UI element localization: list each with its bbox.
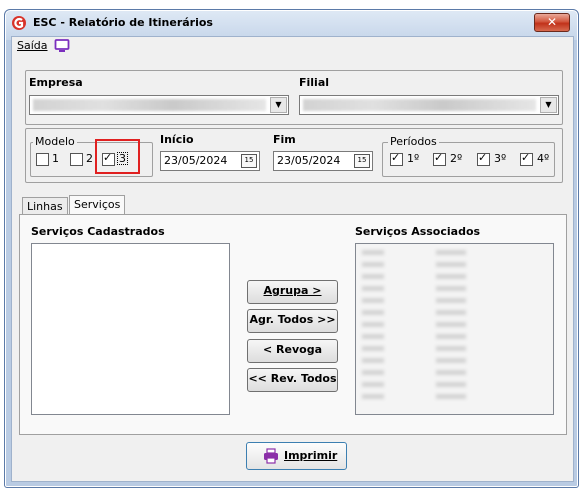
redacted-row	[362, 322, 384, 327]
redacted-row	[436, 262, 466, 267]
title-bar: ESC - Relatório de Itinerários ✕	[5, 10, 578, 36]
redacted-row	[436, 382, 466, 387]
redacted-row	[362, 250, 384, 255]
redacted-row	[362, 346, 384, 351]
revoga-todos-button[interactable]: << Rev. Todos	[247, 368, 338, 392]
periodo-1-checkbox[interactable]	[390, 151, 403, 166]
company-branch-group: Empresa ▼ Filial ▼	[25, 70, 563, 125]
periodos-legend: Períodos	[388, 135, 439, 148]
empresa-label: Empresa	[29, 76, 83, 89]
close-button[interactable]: ✕	[534, 13, 570, 32]
inicio-label: Início	[160, 133, 194, 146]
redacted-row	[436, 334, 466, 339]
modelo-legend: Modelo	[33, 135, 77, 148]
redacted-row	[436, 346, 466, 351]
servicos-panel: Serviços Cadastrados Agrupa > Agr. Todos…	[19, 214, 567, 435]
modelo-2-label: 2	[86, 152, 93, 165]
app-logo-icon	[12, 16, 26, 30]
print-button[interactable]: Imprimir	[246, 442, 347, 470]
redacted-row	[362, 286, 384, 291]
redacted-row	[436, 286, 466, 291]
dialog-window: ESC - Relatório de Itinerários ✕ Saída E…	[4, 9, 579, 488]
agrupa-button[interactable]: Agrupa >	[247, 280, 338, 304]
inicio-date-value: 23/05/2024	[164, 154, 228, 167]
window-title: ESC - Relatório de Itinerários	[33, 16, 213, 29]
calendar-icon[interactable]: 15	[354, 154, 370, 168]
redacted-row	[436, 370, 466, 375]
monitor-icon[interactable]	[54, 38, 70, 54]
redacted-row	[362, 370, 384, 375]
redacted-row	[362, 382, 384, 387]
tab-servicos[interactable]: Serviços	[69, 195, 126, 216]
print-button-label: Imprimir	[284, 449, 338, 462]
periodo-3-checkbox[interactable]	[477, 151, 490, 166]
redacted-row	[362, 310, 384, 315]
filial-select[interactable]: ▼	[299, 95, 559, 115]
menu-exit-label: Saída	[17, 39, 48, 52]
periodo-2-checkbox[interactable]	[433, 151, 446, 166]
revoga-button-label: < Revoga	[262, 343, 322, 356]
inicio-date-field[interactable]: 23/05/2024 15	[160, 151, 260, 171]
servicos-cadastrados-list[interactable]	[31, 243, 230, 415]
chevron-down-icon[interactable]: ▼	[270, 97, 287, 113]
filial-label: Filial	[299, 76, 330, 89]
redacted-row	[436, 310, 466, 315]
fim-date-value: 23/05/2024	[277, 154, 341, 167]
chevron-down-icon[interactable]: ▼	[540, 97, 557, 113]
calendar-icon[interactable]: 15	[241, 154, 257, 168]
fim-date-field[interactable]: 23/05/2024 15	[273, 151, 373, 171]
empresa-select[interactable]: ▼	[29, 95, 289, 115]
redacted-row	[436, 250, 466, 255]
agrupa-todos-button-label: Agr. Todos >>	[249, 313, 336, 326]
redacted-row	[436, 322, 466, 327]
periodo-2-label: 2º	[450, 152, 463, 165]
redacted-row	[362, 358, 384, 363]
menu-bar: Saída	[12, 37, 573, 57]
redacted-row	[362, 262, 384, 267]
revoga-todos-button-label: << Rev. Todos	[248, 372, 337, 385]
redacted-row	[362, 298, 384, 303]
redacted-row	[436, 358, 466, 363]
periodo-4-label: 4º	[537, 152, 550, 165]
selection-highlight	[95, 139, 140, 174]
servicos-associados-list[interactable]	[355, 243, 554, 415]
filters-group: Modelo 1 2 3 Início 23/05/2024 15 Fim 23…	[25, 128, 563, 183]
redacted-row	[436, 274, 466, 279]
agrupa-todos-button[interactable]: Agr. Todos >>	[247, 309, 338, 333]
periodo-3-label: 3º	[494, 152, 507, 165]
redacted-row	[436, 394, 466, 399]
menu-exit[interactable]: Saída	[17, 39, 48, 52]
modelo-1-checkbox[interactable]	[36, 153, 49, 166]
tab-linhas[interactable]: Linhas	[22, 197, 68, 215]
redacted-row	[362, 394, 384, 399]
empresa-value-redacted	[33, 99, 266, 111]
modelo-1-label: 1	[52, 152, 59, 165]
periodo-1-label: 1º	[407, 152, 420, 165]
servicos-cadastrados-label: Serviços Cadastrados	[31, 225, 165, 238]
redacted-row	[436, 298, 466, 303]
servicos-associados-label: Serviços Associados	[355, 225, 481, 238]
redacted-row	[362, 274, 384, 279]
agrupa-button-label: Agrupa >	[263, 284, 322, 297]
printer-icon	[264, 448, 278, 464]
client-area: Saída Empresa ▼ Filial ▼ Modelo 1 2 ✓ 3 …	[11, 36, 574, 482]
modelo-2-checkbox[interactable]	[70, 153, 83, 166]
periodo-4-checkbox[interactable]	[520, 151, 533, 166]
fim-label: Fim	[273, 133, 296, 146]
revoga-button[interactable]: < Revoga	[247, 339, 338, 363]
filial-value-redacted	[303, 99, 536, 111]
redacted-row	[362, 334, 384, 339]
